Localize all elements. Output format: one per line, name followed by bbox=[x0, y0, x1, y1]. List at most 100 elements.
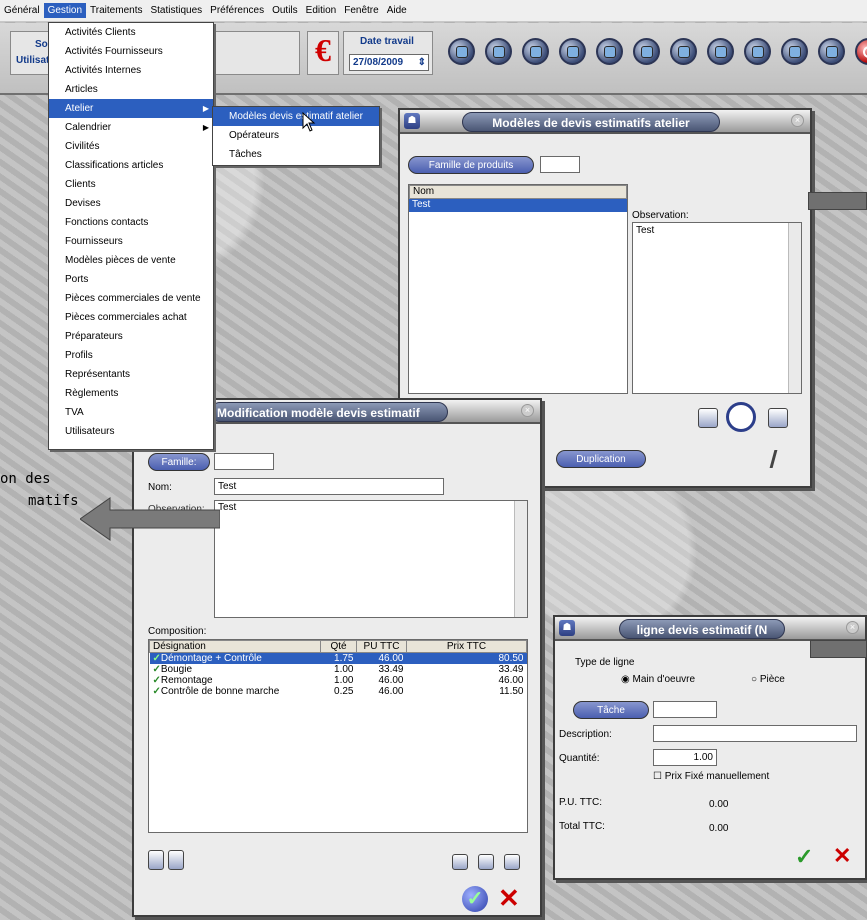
menu-outils[interactable]: Outils bbox=[268, 3, 302, 18]
prix-fixe-label: Prix Fixé manuellement bbox=[664, 771, 770, 782]
add-line-icon[interactable] bbox=[452, 854, 468, 870]
table-row[interactable]: ✓Démontage + Contrôle 1.75 46.00 80.50 bbox=[149, 652, 527, 664]
menu-item-fonctions-contacts[interactable]: Fonctions contacts bbox=[49, 213, 213, 232]
close-icon[interactable]: × bbox=[846, 621, 859, 634]
tools-icon[interactable] bbox=[522, 38, 549, 65]
description-input[interactable] bbox=[653, 725, 857, 742]
tache-input[interactable] bbox=[653, 701, 717, 718]
menu-item-pieces-achat[interactable]: Pièces commerciales achat bbox=[49, 308, 213, 327]
add-model-icon[interactable] bbox=[698, 408, 718, 428]
menu-fenetre[interactable]: Fenêtre bbox=[340, 3, 382, 18]
menu-item-preparateurs[interactable]: Préparateurs bbox=[49, 327, 213, 346]
users-icon[interactable] bbox=[448, 38, 475, 65]
duplication-button[interactable]: Duplication bbox=[556, 450, 646, 468]
delete-model-icon[interactable] bbox=[768, 408, 788, 428]
date-travail-input[interactable]: 27/08/2009 ⇕ bbox=[349, 54, 429, 71]
radio-main-oeuvre[interactable]: ◉ Main d'oeuvre bbox=[621, 674, 695, 685]
delete-line-icon[interactable] bbox=[504, 854, 520, 870]
table-row[interactable]: ✓Bougie 1.00 33.49 33.49 bbox=[150, 664, 527, 675]
menu-edition[interactable]: Edition bbox=[302, 3, 341, 18]
refresh-icon[interactable] bbox=[707, 38, 734, 65]
models-list[interactable]: Nom Test bbox=[408, 184, 628, 394]
quantite-input[interactable]: 1.00 bbox=[653, 749, 717, 766]
list-header-nom[interactable]: Nom bbox=[409, 185, 627, 199]
famille-produits-input[interactable] bbox=[540, 156, 580, 173]
menu-item-tva[interactable]: TVA bbox=[49, 403, 213, 422]
menu-bar: Général Gestion Traitements Statistiques… bbox=[0, 0, 867, 22]
menu-traitements[interactable]: Traitements bbox=[86, 3, 146, 18]
total-ttc-label: Total TTC: bbox=[559, 821, 605, 832]
column-designation[interactable]: Désignation bbox=[149, 640, 321, 653]
move-up-icon[interactable] bbox=[148, 850, 164, 870]
radio-piece[interactable]: ○ Pièce bbox=[751, 674, 785, 685]
euro-button[interactable]: € bbox=[307, 31, 339, 75]
mail-icon[interactable] bbox=[633, 38, 660, 65]
menu-item-modeles-pieces-vente[interactable]: Modèles pièces de vente bbox=[49, 251, 213, 270]
nom-input[interactable]: Test bbox=[214, 478, 444, 495]
menu-item-modeles-devis[interactable]: Modèles devis estimatif atelier bbox=[213, 107, 379, 126]
document-icon[interactable] bbox=[485, 38, 512, 65]
menu-item-activites-internes[interactable]: Activités Internes bbox=[49, 61, 213, 80]
menu-statistiques[interactable]: Statistiques bbox=[146, 3, 206, 18]
move-down-icon[interactable] bbox=[168, 850, 184, 870]
menu-preferences[interactable]: Préférences bbox=[206, 3, 268, 18]
print-icon[interactable] bbox=[596, 38, 623, 65]
edit-model-icon[interactable] bbox=[726, 402, 756, 432]
menu-item-activites-fournisseurs[interactable]: Activités Fournisseurs bbox=[49, 42, 213, 61]
menu-item-civilites[interactable]: Civilités bbox=[49, 137, 213, 156]
menu-item-utilisateurs[interactable]: Utilisateurs bbox=[49, 422, 213, 441]
close-icon[interactable]: × bbox=[521, 404, 534, 417]
famille-produits-button[interactable]: Famille de produits bbox=[408, 156, 534, 174]
cancel-icon[interactable]: ✕ bbox=[498, 884, 520, 912]
settings-icon[interactable] bbox=[559, 38, 586, 65]
close-icon[interactable]: × bbox=[791, 114, 804, 127]
column-qte[interactable]: Qté bbox=[320, 640, 357, 653]
notes-icon[interactable] bbox=[781, 38, 808, 65]
validate-icon[interactable]: ✓ bbox=[795, 845, 813, 869]
observation-textarea[interactable]: Test bbox=[632, 222, 802, 394]
famille-button[interactable]: Famille: bbox=[148, 453, 210, 471]
table-row[interactable]: ✓Remontage 1.00 46.00 46.00 bbox=[150, 675, 527, 686]
menu-item-operateurs[interactable]: Opérateurs bbox=[213, 126, 379, 145]
menu-item-articles[interactable]: Articles bbox=[49, 80, 213, 99]
scrollbar[interactable] bbox=[514, 501, 527, 617]
menu-item-reglements[interactable]: Règlements bbox=[49, 384, 213, 403]
tache-button[interactable]: Tâche bbox=[573, 701, 649, 719]
composition-table[interactable]: Désignation Qté PU TTC Prix TTC ✓Démonta… bbox=[148, 639, 528, 833]
exit-door-icon[interactable] bbox=[769, 450, 789, 468]
menu-item-devises[interactable]: Devises bbox=[49, 194, 213, 213]
list-item[interactable]: Test bbox=[409, 199, 627, 212]
validate-icon[interactable]: ✓ bbox=[462, 886, 488, 912]
menu-item-ports[interactable]: Ports bbox=[49, 270, 213, 289]
column-pu-ttc[interactable]: PU TTC bbox=[356, 640, 407, 653]
chart-icon[interactable] bbox=[744, 38, 771, 65]
menu-aide[interactable]: Aide bbox=[383, 3, 411, 18]
cell-pu: 33.49 bbox=[378, 664, 404, 675]
menu-item-activites-clients[interactable]: Activités Clients bbox=[49, 23, 213, 42]
menu-item-fournisseurs[interactable]: Fournisseurs bbox=[49, 232, 213, 251]
menu-general[interactable]: Général bbox=[0, 3, 44, 18]
callout-line-2: matifs bbox=[28, 493, 79, 509]
column-prix-ttc[interactable]: Prix TTC bbox=[407, 641, 527, 653]
menu-item-atelier[interactable]: Atelier ▶ bbox=[49, 99, 213, 118]
menu-item-profils[interactable]: Profils bbox=[49, 346, 213, 365]
menu-item-pieces-vente[interactable]: Pièces commerciales de vente bbox=[49, 289, 213, 308]
table-row[interactable]: ✓Contrôle de bonne marche 0.25 46.00 11.… bbox=[150, 686, 527, 697]
menu-item-representants[interactable]: Représentants bbox=[49, 365, 213, 384]
observation-textarea[interactable]: Test bbox=[214, 500, 528, 618]
prix-fixe-checkbox[interactable]: ☐ Prix Fixé manuellement bbox=[653, 771, 769, 782]
scrollbar[interactable] bbox=[788, 223, 801, 393]
cancel-icon[interactable]: ✕ bbox=[833, 843, 851, 869]
menu-item-classifications[interactable]: Classifications articles bbox=[49, 156, 213, 175]
spinner-icon[interactable]: ⇕ bbox=[418, 55, 426, 70]
famille-input[interactable] bbox=[214, 453, 274, 470]
menu-item-taches[interactable]: Tâches bbox=[213, 145, 379, 164]
edit-line-icon[interactable] bbox=[478, 854, 494, 870]
calculator-icon[interactable] bbox=[818, 38, 845, 65]
menu-item-clients[interactable]: Clients bbox=[49, 175, 213, 194]
menu-gestion[interactable]: Gestion bbox=[43, 3, 87, 18]
calendar-icon[interactable] bbox=[670, 38, 697, 65]
power-icon[interactable] bbox=[855, 38, 867, 65]
pu-ttc-value: 0.00 bbox=[709, 799, 729, 810]
menu-item-calendrier[interactable]: Calendrier ▶ bbox=[49, 118, 213, 137]
